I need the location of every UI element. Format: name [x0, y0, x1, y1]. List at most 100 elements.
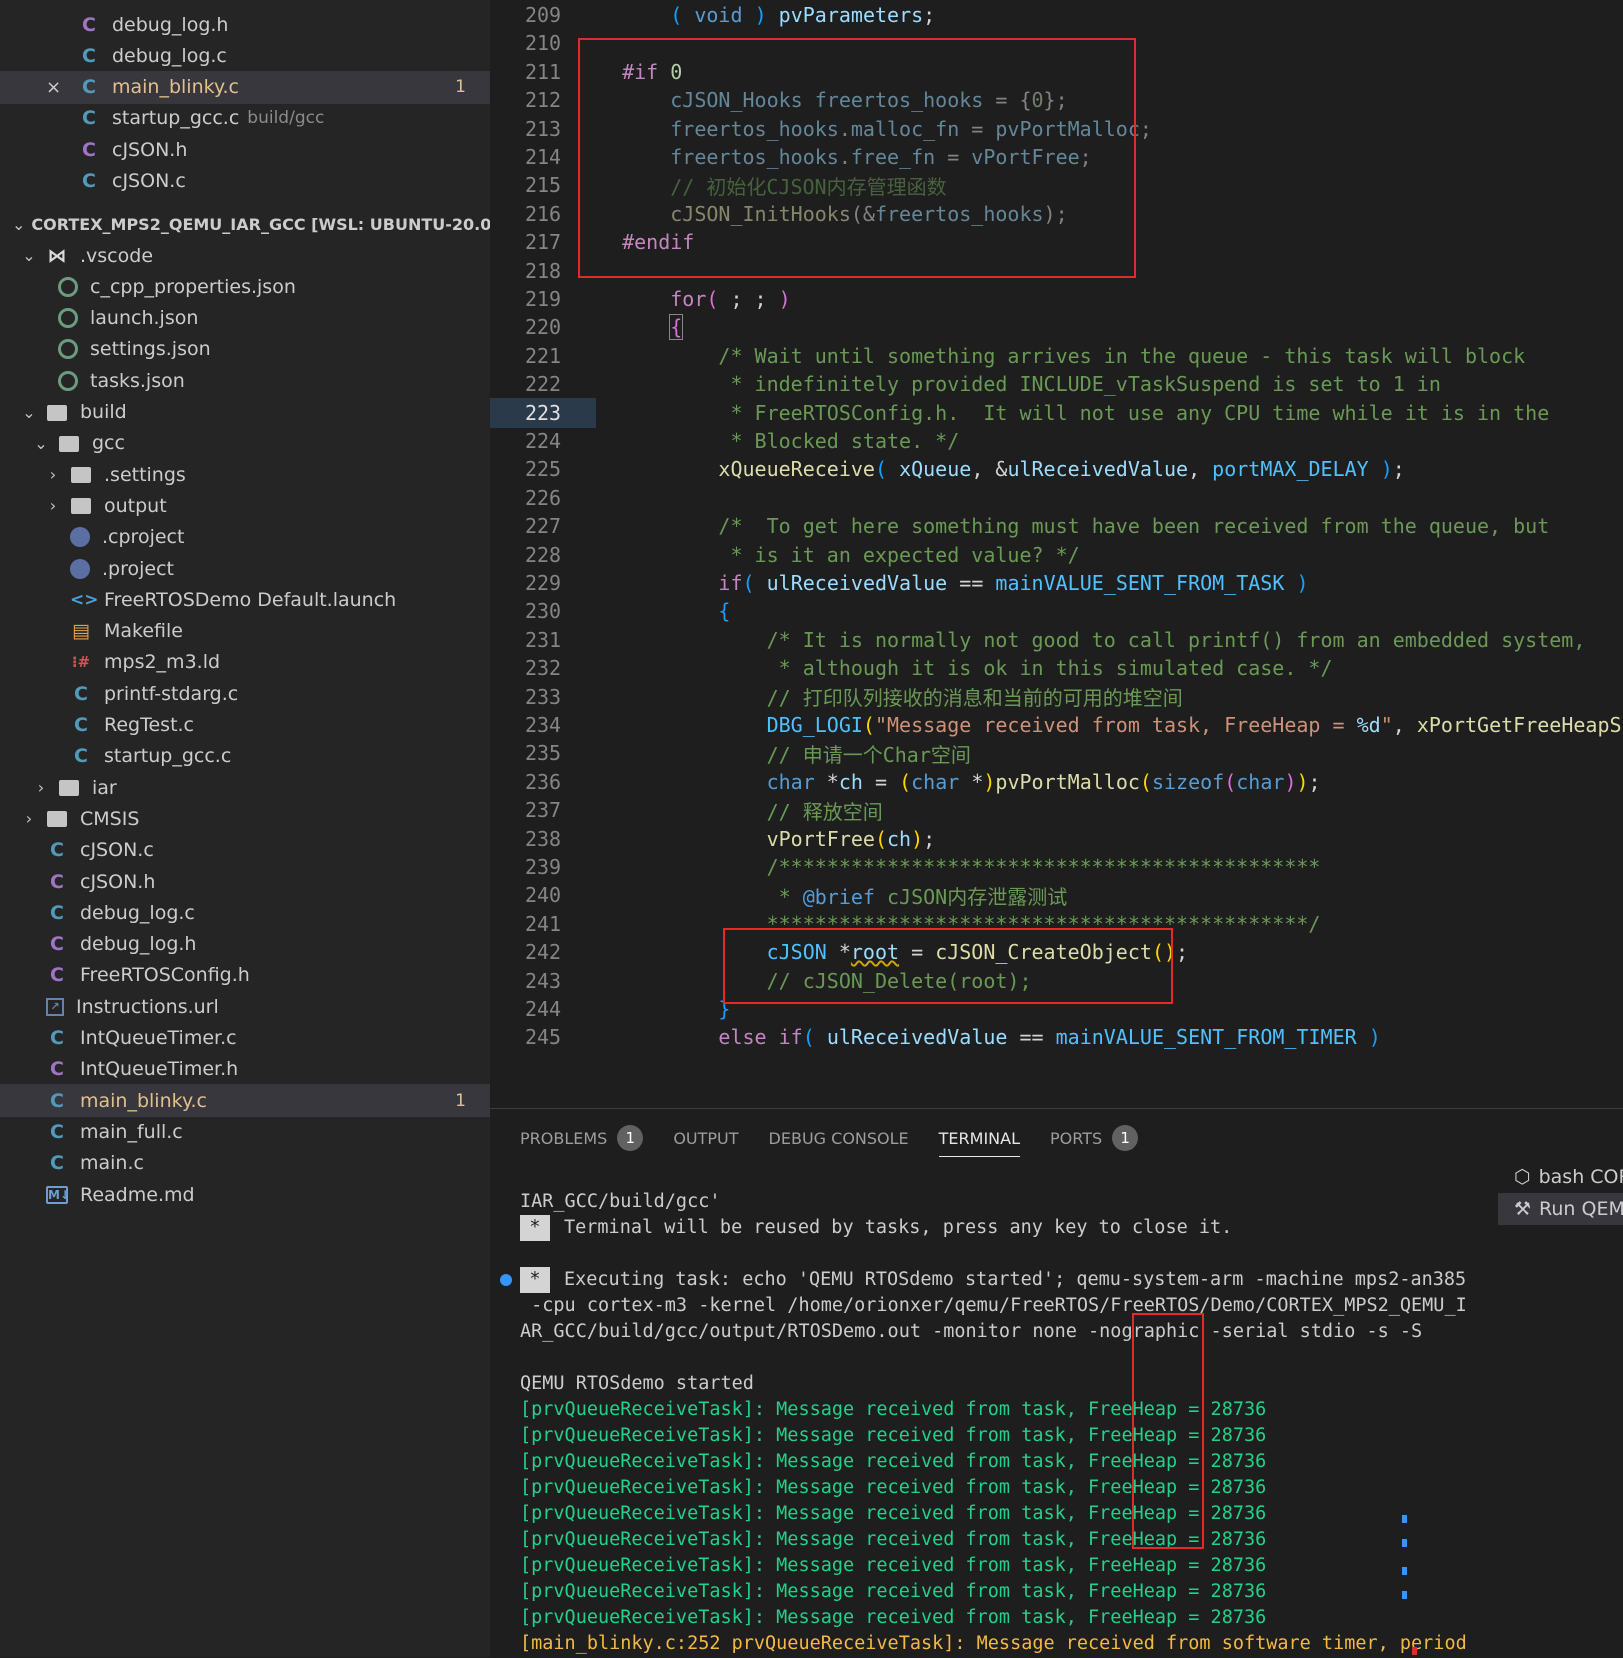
code-line[interactable]: 221 /* Wait until something arrives in t… — [490, 341, 1623, 371]
tree-item[interactable]: Cmain.c — [0, 1147, 490, 1180]
tab-terminal[interactable]: TERMINAL — [938, 1109, 1021, 1167]
chevron-right-icon[interactable]: › — [44, 496, 62, 515]
code-line[interactable]: 240 * @brief cJSON内存泄露测试 — [490, 880, 1623, 910]
code-line[interactable]: 214 freertos_hooks.free_fn = vPortFree; — [490, 142, 1623, 172]
code-line[interactable]: 223 * FreeRTOSConfig.h. It will not use … — [490, 397, 1623, 428]
chevron-right-icon[interactable]: › — [32, 778, 50, 797]
code-line[interactable]: 217 #endif — [490, 227, 1623, 257]
code-line[interactable]: 243 // cJSON_Delete(root); — [490, 966, 1623, 996]
line-number: 228 — [524, 542, 562, 567]
terminal-line: IAR_GCC/build/gcc' — [520, 1189, 1440, 1215]
tree-item[interactable]: › output — [0, 489, 490, 522]
terminal-instance[interactable]: ⬡ bash CORTEX — [1498, 1161, 1623, 1193]
tree-item-label: printf-stdarg.c — [104, 682, 239, 705]
tree-item[interactable]: C RegTest.c — [0, 709, 490, 742]
code-line[interactable]: 235 // 申请一个Char空间 — [490, 738, 1623, 768]
tree-item[interactable]: Cmain_blinky.c 1 — [0, 1084, 490, 1118]
tree-item[interactable]: CcJSON.h — [0, 133, 490, 166]
code-line[interactable]: 244 } — [490, 994, 1623, 1024]
chevron-right-icon[interactable]: › — [20, 809, 38, 828]
tree-item[interactable]: ↗ Instructions.url — [0, 990, 490, 1023]
close-icon[interactable]: × — [46, 77, 61, 98]
tree-item[interactable]: launch.json — [0, 302, 490, 335]
tree-item[interactable]: Cmain_full.c — [0, 1115, 490, 1148]
tree-item[interactable]: × Cmain_blinky.c 1 — [0, 70, 490, 104]
tree-item[interactable]: Cstartup_gcc.c — [0, 740, 490, 773]
code-line[interactable]: 237 // 释放空间 — [490, 795, 1623, 825]
code-line[interactable]: 231 /* It is normally not good to call p… — [490, 625, 1623, 655]
tree-item[interactable]: <> FreeRTOSDemo Default.launch — [0, 583, 490, 616]
tree-item[interactable]: tasks.json — [0, 364, 490, 397]
tree-item[interactable]: c_cpp_properties.json — [0, 270, 490, 303]
tree-item[interactable]: ⌄ gcc — [0, 427, 490, 460]
terminal-line: QEMU RTOSdemo started — [520, 1371, 1440, 1397]
tree-item[interactable]: C FreeRTOSConfig.h — [0, 959, 490, 992]
terminal-instance[interactable]: ⚒ Run QEMU — [1498, 1193, 1623, 1225]
chevron-down-icon[interactable]: ⌄ — [32, 434, 50, 453]
code-line[interactable]: 236 char *ch = (char *)pvPortMalloc(size… — [490, 767, 1623, 797]
code-line[interactable]: 241 ************************************… — [490, 909, 1623, 939]
tree-item[interactable]: CcJSON.c — [0, 165, 490, 198]
tree-item[interactable]: ⌄ build — [0, 396, 490, 429]
tree-item[interactable]: Cdebug_log.h — [0, 8, 490, 41]
code-line[interactable]: 234 DBG_LOGI("Message received from task… — [490, 710, 1623, 740]
chevron-right-icon[interactable]: › — [44, 465, 62, 484]
tree-item[interactable]: C IntQueueTimer.c — [0, 1022, 490, 1055]
code-line[interactable]: 230 { — [490, 596, 1623, 626]
code-line[interactable]: 209 ( void ) pvParameters; — [490, 0, 1623, 30]
tree-item[interactable]: Cdebug_log.c — [0, 39, 490, 72]
code-line[interactable]: 233 // 打印队列接收的消息和当前的可用的堆空间 — [490, 682, 1623, 712]
tree-item[interactable]: Cstartup_gcc.c build/gcc — [0, 102, 490, 135]
code-line[interactable]: 224 * Blocked state. */ — [490, 426, 1623, 456]
tree-item[interactable]: Cdebug_log.c — [0, 896, 490, 929]
chevron-down-icon[interactable]: ⌄ — [20, 403, 38, 422]
code-line[interactable]: 210 — [490, 28, 1623, 58]
tree-item[interactable]: ▤ Makefile — [0, 615, 490, 648]
tree-item[interactable]: .cproject — [0, 521, 490, 554]
code-line[interactable]: 226 — [490, 483, 1623, 513]
code-line[interactable]: 225 xQueueReceive( xQueue, &ulReceivedVa… — [490, 454, 1623, 484]
tab-debug-console[interactable]: DEBUG CONSOLE — [769, 1109, 909, 1167]
tree-item[interactable]: C IntQueueTimer.h — [0, 1053, 490, 1086]
tree-item[interactable]: CcJSON.h — [0, 865, 490, 898]
code-line[interactable]: 213 freertos_hooks.malloc_fn = pvPortMal… — [490, 114, 1623, 144]
code-line[interactable]: 227 /* To get here something must have b… — [490, 511, 1623, 541]
code-line[interactable]: 229 if( ulReceivedValue == mainVALUE_SEN… — [490, 568, 1623, 598]
tab-ports[interactable]: PORTS 1 — [1050, 1109, 1139, 1167]
chevron-down-icon[interactable]: ⌄ — [20, 246, 38, 265]
tree-item[interactable]: settings.json — [0, 333, 490, 366]
code-line[interactable]: 238 vPortFree(ch); — [490, 824, 1623, 854]
tree-item[interactable]: Cdebug_log.h — [0, 928, 490, 961]
code-line[interactable]: 216 cJSON_InitHooks(&freertos_hooks); — [490, 199, 1623, 229]
code-line[interactable]: 211 #if 0 — [490, 57, 1623, 87]
tree-item[interactable]: › .settings — [0, 458, 490, 491]
tree-item[interactable]: CcJSON.c — [0, 834, 490, 867]
tree-item[interactable]: › CMSIS — [0, 802, 490, 835]
code-line[interactable]: 218 — [490, 256, 1623, 286]
c-header-icon: C — [82, 13, 96, 36]
code-line[interactable]: 232 * although it is ok in this simulate… — [490, 653, 1623, 683]
code-line[interactable]: 228 * is it an expected value? */ — [490, 540, 1623, 570]
code-editor[interactable]: 209 ( void ) pvParameters; 210 211 #if 02… — [490, 0, 1623, 1108]
code-line[interactable]: 220 { — [490, 312, 1623, 342]
code-line[interactable]: 215 // 初始化CJSON内存管理函数 — [490, 170, 1623, 200]
code-line[interactable]: 242 cJSON *root = cJSON_CreateObject(); — [490, 937, 1623, 967]
code-line[interactable]: 222 * indefinitely provided INCLUDE_vTas… — [490, 369, 1623, 399]
tab-output[interactable]: OUTPUT — [673, 1109, 738, 1167]
workspace-section-header[interactable]: ⌄ CORTEX_MPS2_QEMU_IAR_GCC [WSL: UBUNTU-… — [0, 208, 490, 241]
code-line[interactable]: 219 for( ; ; ) — [490, 284, 1623, 314]
tab-problems[interactable]: PROBLEMS 1 — [520, 1109, 644, 1167]
tree-item[interactable]: › iar — [0, 771, 490, 804]
terminal-output[interactable]: IAR_GCC/build/gcc' * Terminal will be reus… — [500, 1189, 1467, 1657]
tree-item[interactable]: Cprintf-stdarg.c — [0, 677, 490, 710]
tree-item[interactable]: ⁝# mps2_m3.ld — [0, 646, 490, 679]
folder-icon — [70, 464, 92, 486]
code-line[interactable]: 245 else if( ulReceivedValue == mainVALU… — [490, 1022, 1623, 1052]
tree-item[interactable]: .project — [0, 552, 490, 585]
tree-item-label: FreeRTOSConfig.h — [80, 964, 250, 987]
code-text: * indefinitely provided INCLUDE_vTaskSus… — [622, 372, 1441, 397]
code-line[interactable]: 239 /***********************************… — [490, 852, 1623, 882]
tree-item[interactable]: ⌄ ⋈ .vscode — [0, 239, 490, 272]
code-line[interactable]: 212 cJSON_Hooks freertos_hooks = {0}; — [490, 85, 1623, 115]
tree-item[interactable]: M↓ Readme.md — [0, 1178, 490, 1211]
